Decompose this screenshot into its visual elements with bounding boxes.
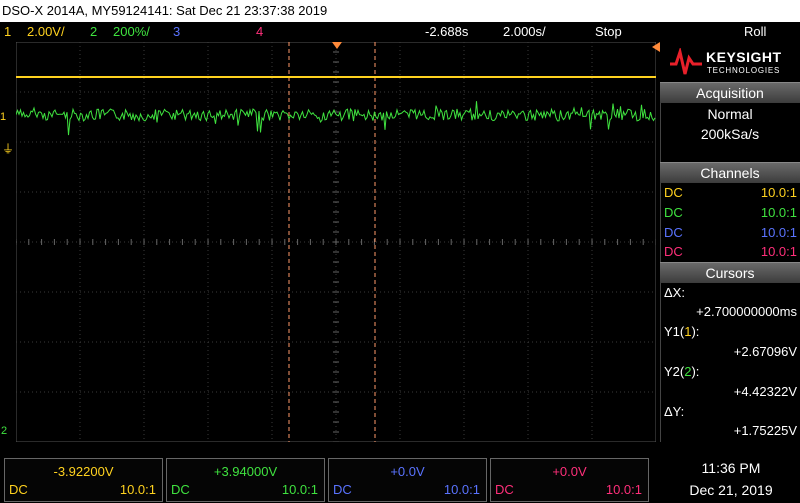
acquisition-panel[interactable]: Normal 200kSa/s xyxy=(660,103,800,163)
waveform-display[interactable] xyxy=(16,42,656,442)
sidebar: KEYSIGHT TECHNOLOGIES Acquisition Normal… xyxy=(660,42,800,442)
acquire-mode[interactable]: Roll xyxy=(744,22,766,41)
clock: 11:36 PM Dec 21, 2019 xyxy=(662,458,800,503)
ch1-number[interactable]: 1 xyxy=(4,22,11,41)
brand-logo: KEYSIGHT TECHNOLOGIES xyxy=(660,42,800,82)
channels-heading[interactable]: Channels xyxy=(660,162,800,183)
clock-time: 11:36 PM xyxy=(701,460,761,476)
ch1-scale[interactable]: 2.00V/ xyxy=(27,22,65,41)
brand-name: KEYSIGHT xyxy=(706,49,782,65)
ch2-scale[interactable]: 200%/ xyxy=(113,22,150,41)
ch3-info-box[interactable]: +0.0V DC 10.0:1 xyxy=(328,458,487,502)
time-scale[interactable]: 2.000s/ xyxy=(503,22,546,41)
trigger-level-icon[interactable]: ⏚ xyxy=(2,140,14,157)
clock-date: Dec 21, 2019 xyxy=(689,482,773,498)
ch1-ground-marker[interactable]: 1 xyxy=(0,111,6,123)
keysight-wave-icon xyxy=(670,48,702,75)
acquisition-heading[interactable]: Acquisition xyxy=(660,82,800,103)
acquisition-mode: Normal xyxy=(707,106,753,122)
ch2-ground-marker[interactable]: 2 xyxy=(1,425,7,437)
ch4-number[interactable]: 4 xyxy=(256,22,263,41)
ch2-number[interactable]: 2 xyxy=(90,22,97,41)
cursors-panel[interactable]: ΔX: +2.700000000ms Y1(1): +2.67096V Y2(2… xyxy=(660,283,800,442)
ch3-number[interactable]: 3 xyxy=(173,22,180,41)
time-offset[interactable]: -2.688s xyxy=(425,22,468,41)
window-title: DSO-X 2014A, MY59124141: Sat Dec 21 23:3… xyxy=(0,0,800,22)
channels-panel[interactable]: DC 10.0:1 DC 10.0:1 DC 10.0:1 DC 10.0:1 xyxy=(660,183,800,263)
sample-rate: 200kSa/s xyxy=(700,126,760,142)
ch1-info-box[interactable]: -3.92200V DC 10.0:1 xyxy=(4,458,163,502)
ch4-info-box[interactable]: +0.0V DC 10.0:1 xyxy=(490,458,649,502)
cursors-heading[interactable]: Cursors xyxy=(660,262,800,283)
ch2-info-box[interactable]: +3.94000V DC 10.0:1 xyxy=(166,458,325,502)
status-bar: 1 2.00V/ 2 200%/ 3 4 -2.688s 2.000s/ Sto… xyxy=(0,22,800,41)
channel-info-bar: -3.92200V DC 10.0:1 +3.94000V DC 10.0:1 … xyxy=(0,458,660,503)
brand-sub: TECHNOLOGIES xyxy=(707,66,781,75)
run-state[interactable]: Stop xyxy=(595,22,622,41)
